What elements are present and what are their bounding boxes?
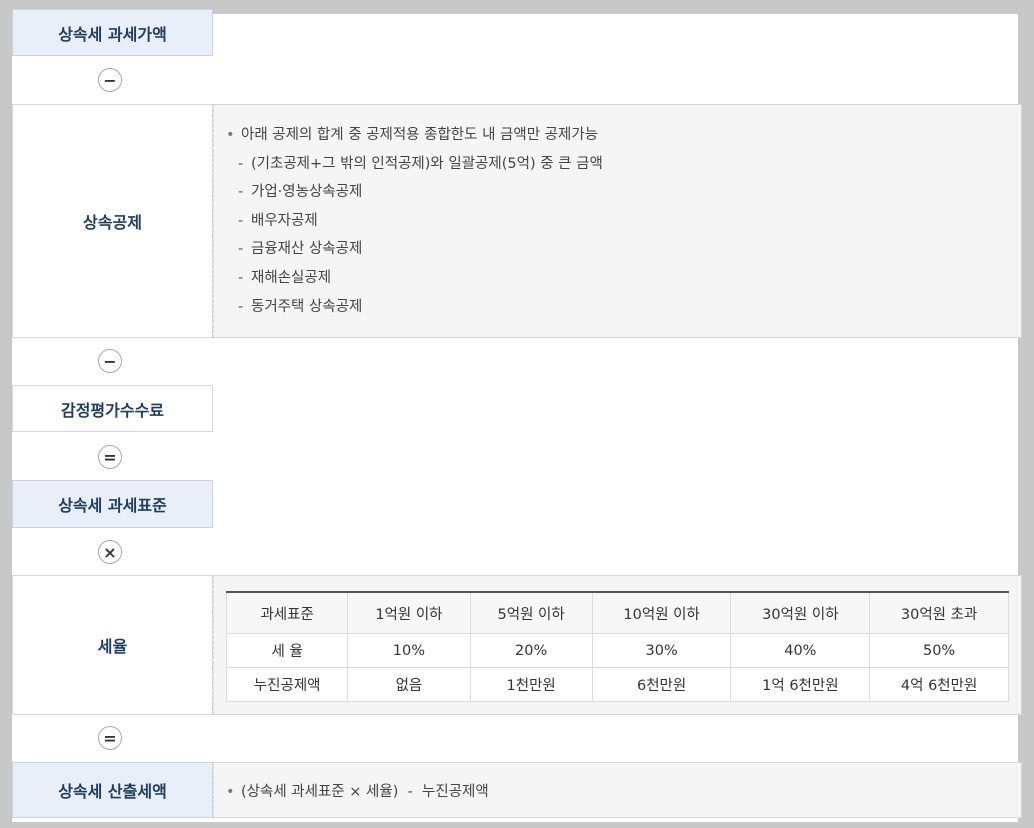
row-deduction: 상속공제 • 아래 공제의 합계 중 공제적용 종합한도 내 금액만 공제가능 -… (12, 104, 1022, 338)
dash-icon: - (238, 184, 244, 201)
table-header-row: 과세표준 1억원 이하 5억원 이하 10억원 이하 30억원 이하 30억원 … (225, 591, 1009, 634)
computed-tax-label: 상속세 산출세액 (12, 762, 213, 818)
computed-tax-formula: • (상속세 과세표준 × 세율) - 누진공제액 (226, 780, 489, 801)
tax-rate-label: 세율 (12, 575, 213, 715)
table-row: 세 율 10% 20% 30% 40% 50% (225, 633, 1009, 668)
deduction-intro-text: 아래 공제의 합계 중 공제적용 종합한도 내 금액만 공제가능 (241, 127, 599, 143)
deduction-list: • 아래 공제의 합계 중 공제적용 종합한도 내 금액만 공제가능 - (기초공제… (226, 121, 603, 321)
deduction-item: - 동거주택 상속공제 (226, 293, 603, 322)
table-header: 10억원 이하 (591, 591, 732, 634)
tax-rate-content: 과세표준 1억원 이하 5억원 이하 10억원 이하 30억원 이하 30억원 … (213, 575, 1022, 715)
dash-icon: - (238, 241, 244, 258)
dash-icon: - (238, 212, 244, 229)
table-cell: 1억 6천만원 (730, 667, 871, 702)
minus-operator-icon: − (98, 349, 122, 373)
minus-operator-icon: − (98, 68, 122, 92)
deduction-item: - 배우자공제 (226, 207, 603, 236)
equals-operator-icon: = (98, 445, 122, 469)
table-cell: 없음 (347, 667, 471, 702)
deduction-label: 상속공제 (12, 104, 213, 338)
table-cell: 6천만원 (591, 667, 732, 702)
deduction-intro: • 아래 공제의 합계 중 공제적용 종합한도 내 금액만 공제가능 (226, 121, 603, 150)
table-cell: 20% (469, 633, 593, 668)
table-header: 5억원 이하 (469, 591, 593, 634)
table-cell: 10% (347, 633, 471, 668)
table-header: 1억원 이하 (347, 591, 471, 634)
tax-base-label: 상속세 과세표준 (12, 480, 213, 528)
deduction-item: - (기초공제+그 밖의 인적공제)와 일괄공제(5억) 중 큰 금액 (226, 150, 603, 179)
deduction-item: - 금융재산 상속공제 (226, 235, 603, 264)
deduction-content: • 아래 공제의 합계 중 공제적용 종합한도 내 금액만 공제가능 - (기초공제… (213, 104, 1022, 338)
deduction-item-text: (기초공제+그 밖의 인적공제)와 일괄공제(5억) 중 큰 금액 (251, 155, 603, 172)
dash-icon: - (238, 155, 244, 172)
equals-operator-icon: = (98, 726, 122, 750)
table-cell: 30% (591, 633, 732, 668)
dash-icon: - (238, 269, 244, 286)
row-tax-base: 상속세 과세표준 (12, 480, 213, 528)
deduction-item-text: 금융재산 상속공제 (251, 241, 363, 258)
deduction-item-text: 가업·영농상속공제 (251, 184, 363, 201)
times-operator-icon: × (98, 540, 122, 564)
deduction-item-text: 동거주택 상속공제 (251, 298, 363, 315)
table-row: 누진공제액 없음 1천만원 6천만원 1억 6천만원 4억 6천만원 (225, 667, 1009, 702)
deduction-item-text: 배우자공제 (251, 212, 318, 229)
row-computed-tax: 상속세 산출세액 • (상속세 과세표준 × 세율) - 누진공제액 (12, 762, 1022, 818)
table-cell: 누진공제액 (225, 667, 349, 702)
table-cell: 1천만원 (469, 667, 593, 702)
taxable-value-label: 상속세 과세가액 (12, 9, 213, 56)
tax-rate-table: 과세표준 1억원 이하 5억원 이하 10억원 이하 30억원 이하 30억원 … (225, 591, 1009, 702)
appraisal-fee-label: 감정평가수수료 (12, 385, 213, 432)
table-header: 30억원 초과 (869, 591, 1009, 634)
bullet-icon: • (226, 784, 235, 800)
row-taxable-value: 상속세 과세가액 (12, 9, 213, 56)
table-cell: 40% (730, 633, 871, 668)
row-tax-rate: 세율 과세표준 1억원 이하 5억원 이하 10억원 이하 30억원 이하 30… (12, 575, 1022, 715)
deduction-item: - 재해손실공제 (226, 264, 603, 293)
formula-text: (상속세 과세표준 × 세율) - 누진공제액 (241, 784, 489, 800)
dash-icon: - (238, 298, 244, 315)
bullet-icon: • (226, 127, 235, 143)
deduction-item-text: 재해손실공제 (251, 269, 332, 286)
tax-calculation-panel: 상속세 과세가액 − 상속공제 • 아래 공제의 합계 중 공제적용 종합한도 내… (12, 9, 1022, 822)
computed-tax-content: • (상속세 과세표준 × 세율) - 누진공제액 (213, 762, 1022, 818)
table-cell: 50% (869, 633, 1009, 668)
table-cell: 4억 6천만원 (869, 667, 1009, 702)
table-cell: 세 율 (225, 633, 349, 668)
table-header: 과세표준 (225, 591, 349, 634)
table-header: 30억원 이하 (730, 591, 871, 634)
row-appraisal-fee: 감정평가수수료 (12, 385, 213, 432)
deduction-item: - 가업·영농상속공제 (226, 178, 603, 207)
